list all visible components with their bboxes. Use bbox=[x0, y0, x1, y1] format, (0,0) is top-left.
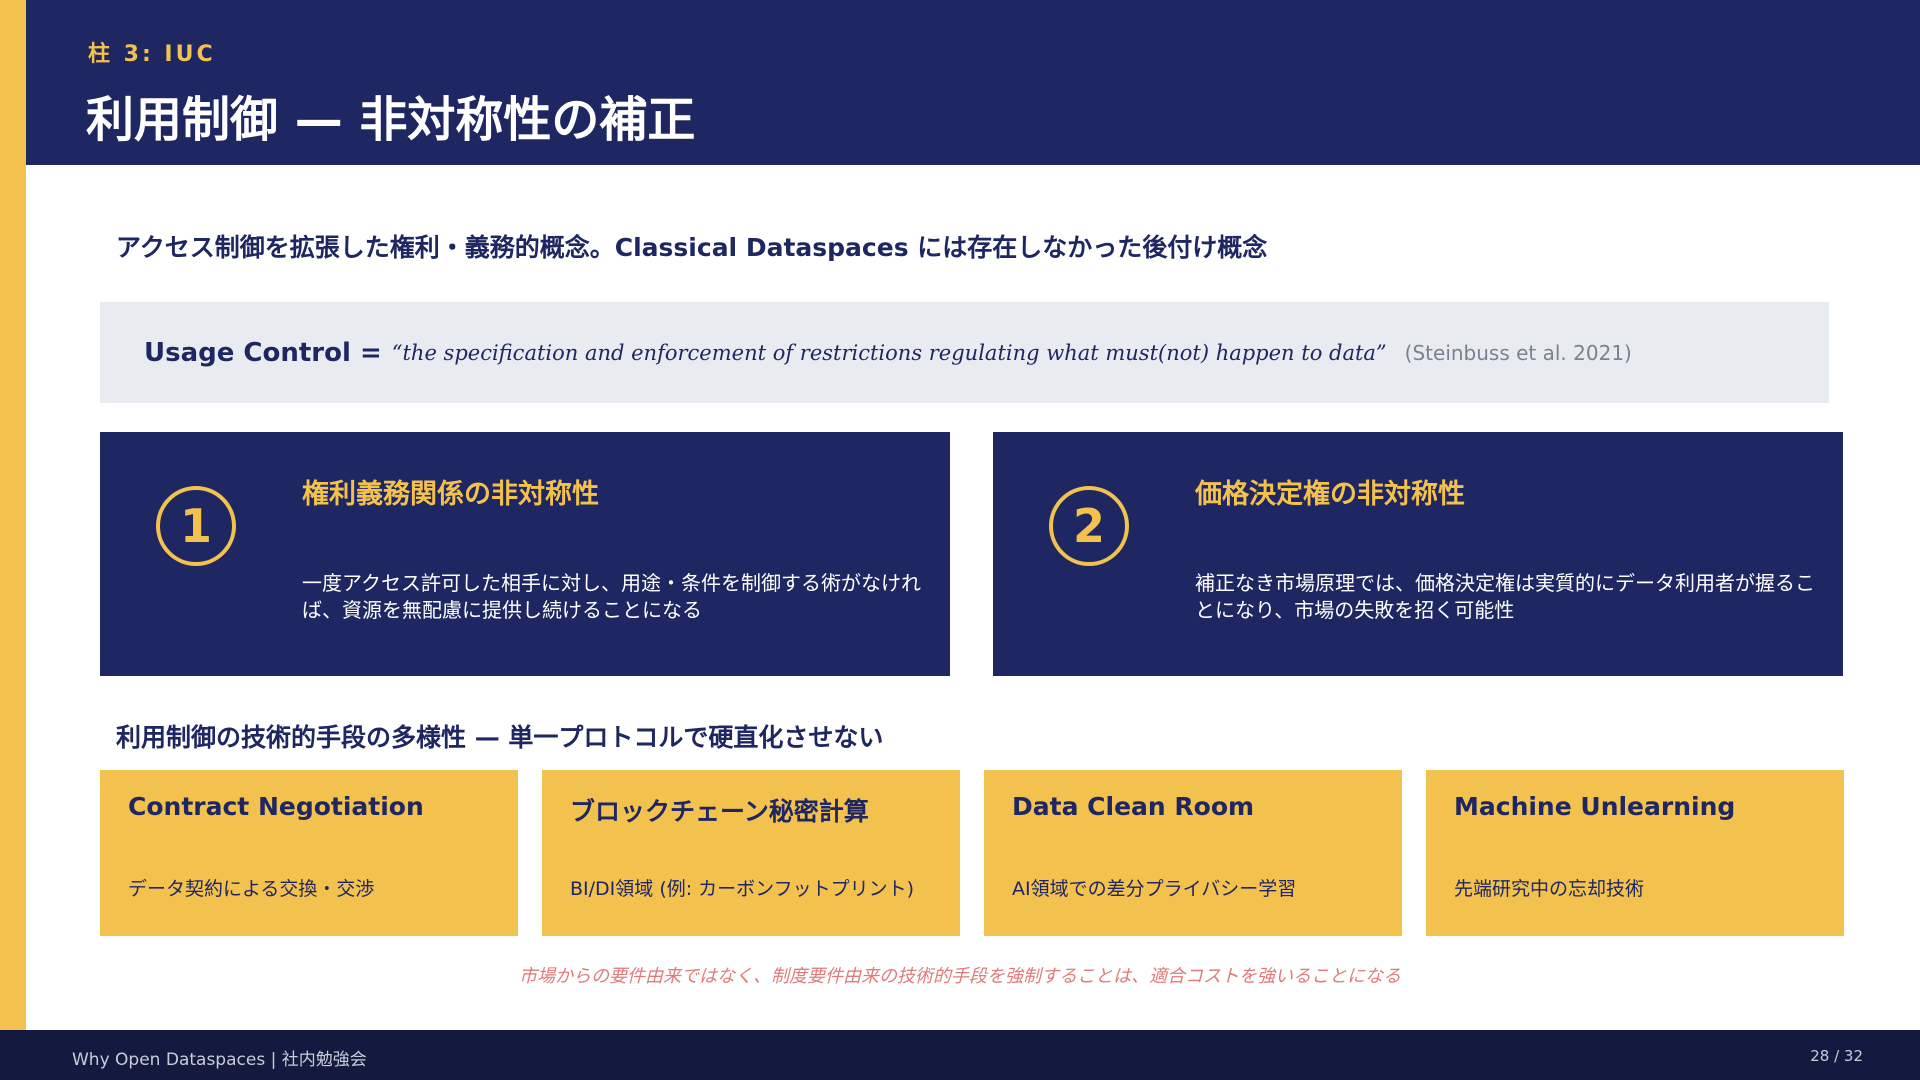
page-number: 28 / 32 bbox=[1810, 1047, 1863, 1065]
footer-title: Why Open Dataspaces | 社内勉強会 bbox=[72, 1050, 367, 1070]
slide-header: 柱 3: IUC 利用制御 — 非対称性の補正 bbox=[26, 0, 1920, 165]
definition-box: Usage Control = “the specification and e… bbox=[100, 302, 1829, 403]
technique-title: Data Clean Room bbox=[1012, 792, 1255, 821]
slide-footer: Why Open Dataspaces | 社内勉強会 28 / 32 bbox=[0, 1030, 1920, 1080]
asymmetry-title: 価格決定権の非対称性 bbox=[1195, 479, 1465, 510]
techniques-heading: 利用制御の技術的手段の多様性 — 単一プロトコルで硬直化させない bbox=[116, 723, 884, 752]
definition-quote: “the specification and enforcement of re… bbox=[391, 340, 1387, 365]
caution-note: 市場からの要件由来ではなく、制度要件由来の技術的手段を強制することは、適合コスト… bbox=[519, 966, 1401, 987]
technique-card-data-clean-room: Data Clean Room AI領域での差分プライバシー学習 bbox=[984, 770, 1402, 936]
asymmetry-card-pricing: 2 価格決定権の非対称性 補正なき市場原理では、価格決定権は実質的にデータ利用者… bbox=[993, 432, 1843, 676]
technique-desc: 先端研究中の忘却技術 bbox=[1454, 878, 1645, 900]
definition-citation: (Steinbuss et al. 2021) bbox=[1404, 340, 1632, 365]
technique-card-blockchain: ブロックチェーン秘密計算 BI/DI領域 (例: カーボンフットプリント) bbox=[542, 770, 960, 936]
technique-desc: BI/DI領域 (例: カーボンフットプリント) bbox=[570, 878, 915, 900]
intro-text: アクセス制御を拡張した権利・義務的概念。Classical Dataspaces… bbox=[116, 233, 1268, 262]
asymmetry-body: 一度アクセス許可した相手に対し、用途・条件を制御する術がなければ、資源を無配慮に… bbox=[302, 571, 921, 622]
technique-desc: データ契約による交換・交渉 bbox=[128, 878, 375, 900]
slide-title: 利用制御 — 非対称性の補正 bbox=[86, 92, 696, 148]
technique-card-contract-negotiation: Contract Negotiation データ契約による交換・交渉 bbox=[100, 770, 518, 936]
definition-term: Usage Control = bbox=[144, 337, 382, 368]
technique-card-machine-unlearning: Machine Unlearning 先端研究中の忘却技術 bbox=[1426, 770, 1844, 936]
technique-title: ブロックチェーン秘密計算 bbox=[570, 797, 869, 826]
pillar-tag: 柱 3: IUC bbox=[88, 42, 216, 67]
asymmetry-body: 補正なき市場原理では、価格決定権は実質的にデータ利用者が握ることになり、市場の失… bbox=[1195, 571, 1815, 622]
accent-bar bbox=[0, 0, 26, 1030]
technique-desc: AI領域での差分プライバシー学習 bbox=[1012, 878, 1297, 900]
asymmetry-card-rights: 1 権利義務関係の非対称性 一度アクセス許可した相手に対し、用途・条件を制御する… bbox=[100, 432, 950, 676]
asymmetry-title: 権利義務関係の非対称性 bbox=[302, 479, 599, 510]
technique-title: Machine Unlearning bbox=[1454, 792, 1736, 821]
number-badge: 2 bbox=[1049, 486, 1129, 566]
number-badge: 1 bbox=[156, 486, 236, 566]
technique-title: Contract Negotiation bbox=[128, 792, 424, 821]
